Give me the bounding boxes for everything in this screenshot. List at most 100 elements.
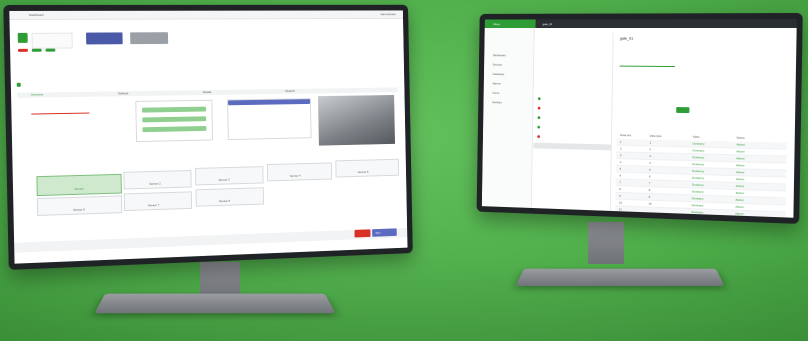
table-cell: 5 (649, 168, 651, 172)
table-cell: Dostepny (692, 162, 704, 166)
tile-7[interactable]: Sensor 7 (124, 191, 192, 211)
section-marker (17, 83, 21, 87)
list-dot-2 (538, 107, 541, 110)
sidebar-item-users[interactable]: Users (492, 91, 499, 95)
device-card (31, 33, 72, 49)
right-dark-header (536, 19, 797, 28)
green-form-row-2[interactable] (142, 116, 206, 122)
device-status-red (18, 49, 28, 52)
table-cell: 5 (620, 167, 622, 171)
col-header-type: Data type (650, 134, 662, 138)
device-list (533, 33, 614, 216)
right-header-title: gate_01 (543, 22, 553, 26)
table-cell: 7 (649, 181, 651, 185)
table-cell: 8 (619, 187, 621, 191)
table-cell: 1 (650, 141, 652, 145)
tile-3[interactable]: Sensor 3 (195, 166, 264, 185)
primary-chip[interactable] (86, 32, 123, 44)
table-cell: Aktivni (736, 156, 745, 160)
save-button[interactable] (676, 107, 689, 113)
table-cell: Dostepny (692, 148, 704, 152)
sidebar-item-alarms[interactable]: Alarms (492, 82, 500, 86)
table-cell: Aktivni (736, 191, 745, 195)
detail-title: gate_01 (620, 37, 633, 41)
table-cell: Aktivni (736, 170, 745, 174)
table-cell: 4 (649, 161, 651, 165)
table-cell: Aktivni (735, 205, 744, 209)
table-cell: Dostepny (692, 196, 704, 200)
table-cell: 6 (619, 174, 621, 178)
tile-8[interactable]: Sensor 8 (195, 187, 264, 207)
tile-8-label: Sensor 8 (219, 199, 230, 203)
tab-reports[interactable]: Reports (285, 89, 295, 93)
table-cell: 7 (619, 180, 621, 184)
table-cell: Dostepny (692, 203, 704, 207)
device-status-green-2 (46, 49, 56, 52)
table-cell: 9 (649, 195, 651, 199)
table-cell: Aktivni (736, 143, 745, 147)
tile-7-label: Sensor 7 (148, 203, 159, 207)
list-dot-3 (538, 116, 541, 119)
green-form-row-1[interactable] (142, 107, 206, 113)
table-cell: Aktivni (735, 198, 744, 202)
green-form-panel (135, 100, 213, 142)
tile-1-label: Sensor (75, 187, 84, 191)
table-cell: Dostepny (692, 189, 704, 193)
table-cell: Aktivni (735, 212, 744, 216)
green-form-row-3[interactable] (142, 126, 206, 132)
right-stand-neck (588, 222, 624, 264)
tile-3-label: Sensor 3 (218, 178, 229, 182)
sidebar-item-devices[interactable]: Devices (493, 63, 502, 67)
table-cell: 8 (649, 188, 651, 192)
left-user-name[interactable]: Administrator (380, 12, 396, 16)
tile-5[interactable]: Sensor 5 (335, 159, 399, 178)
tile-6[interactable]: Sensor 6 (37, 195, 122, 216)
table-cell: 11 (619, 207, 622, 211)
left-app-name: Dashboard (29, 13, 43, 17)
tile-2-label: Sensor 2 (149, 182, 160, 186)
sidebar-item-dashboard[interactable]: Dashboard (493, 53, 506, 57)
tile-2[interactable]: Sensor 2 (123, 170, 191, 189)
table-cell: Aktivni (736, 163, 745, 167)
table-cell: Dostepny (692, 169, 704, 173)
secondary-chip[interactable] (130, 32, 168, 44)
table-cell: 9 (619, 194, 621, 198)
list-dot-4 (537, 126, 540, 129)
tile-4[interactable]: Sensor 4 (267, 162, 332, 181)
tile-6-label: Sensor 6 (73, 207, 85, 211)
table-rows: 1 1 Dostepny Aktivni 2 2 Dostepny Aktivni 3 3 Dost… (615, 139, 787, 218)
device-logo (18, 33, 28, 43)
sidebar-item-settings[interactable]: Settings (492, 100, 502, 104)
col-header-slot: Data slot (620, 133, 631, 137)
left-screen: Dashboard Administrator Overview Setting… (9, 10, 407, 263)
run-button[interactable] (354, 229, 370, 237)
table-cell: Aktivni (736, 184, 745, 188)
tab-overview[interactable]: Overview (31, 92, 43, 96)
table-cell: 4 (620, 160, 622, 164)
table-cell: Dostepny (692, 176, 704, 180)
tab-settings[interactable]: Settings (118, 91, 128, 95)
right-stand-base (516, 269, 725, 286)
left-stand-base (94, 294, 335, 314)
col-header-value: Value (693, 135, 700, 139)
table-cell: Dostepny (691, 210, 703, 214)
red-line-panel (31, 113, 89, 115)
device-status-green (32, 49, 42, 52)
left-stand-neck (200, 262, 240, 298)
tile-5-label: Sensor 5 (358, 170, 369, 174)
tab-details[interactable]: Details (203, 90, 212, 94)
list-dot-1 (538, 97, 541, 100)
table-cell: Aktivni (736, 177, 745, 181)
list-panel-header (228, 99, 310, 105)
table-cell: Dostepny (692, 183, 704, 187)
product-scene: Dashboard Administrator Overview Setting… (0, 0, 808, 341)
col-header-status: Status (736, 136, 744, 140)
table-cell: Dostepny (693, 142, 705, 146)
run-label: Run (376, 231, 381, 235)
left-monitor: Dashboard Administrator Overview Setting… (3, 5, 413, 270)
right-menu-label[interactable]: Menu (493, 22, 500, 26)
tile-1[interactable]: Sensor (36, 174, 122, 196)
table-cell: 2 (649, 147, 651, 151)
sidebar-item-gateways[interactable]: Gateways (493, 72, 505, 76)
table-cell: 10 (619, 201, 622, 205)
